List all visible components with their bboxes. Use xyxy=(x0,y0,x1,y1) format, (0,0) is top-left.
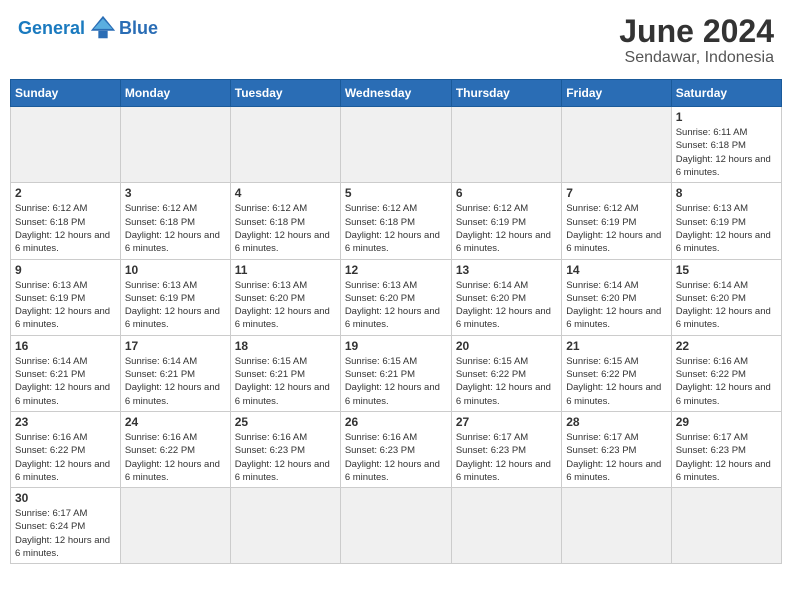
logo: General Blue xyxy=(18,14,158,42)
day-9: 9 Sunrise: 6:13 AMSunset: 6:19 PMDayligh… xyxy=(11,259,121,335)
empty-cell xyxy=(230,488,340,564)
day-26: 26 Sunrise: 6:16 AMSunset: 6:23 PMDaylig… xyxy=(340,411,451,487)
calendar-row-3: 9 Sunrise: 6:13 AMSunset: 6:19 PMDayligh… xyxy=(11,259,782,335)
calendar-row-5: 23 Sunrise: 6:16 AMSunset: 6:22 PMDaylig… xyxy=(11,411,782,487)
day-21: 21 Sunrise: 6:15 AMSunset: 6:22 PMDaylig… xyxy=(562,335,671,411)
col-monday: Monday xyxy=(120,80,230,107)
day-24: 24 Sunrise: 6:16 AMSunset: 6:22 PMDaylig… xyxy=(120,411,230,487)
day-5: 5 Sunrise: 6:12 AMSunset: 6:18 PMDayligh… xyxy=(340,183,451,259)
col-tuesday: Tuesday xyxy=(230,80,340,107)
title-block: June 2024 Sendawar, Indonesia xyxy=(619,14,774,67)
day-10: 10 Sunrise: 6:13 AMSunset: 6:19 PMDaylig… xyxy=(120,259,230,335)
day-29: 29 Sunrise: 6:17 AMSunset: 6:23 PMDaylig… xyxy=(671,411,781,487)
col-wednesday: Wednesday xyxy=(340,80,451,107)
day-info-1: Sunrise: 6:11 AM Sunset: 6:18 PM Dayligh… xyxy=(676,126,777,179)
calendar-table: Sunday Monday Tuesday Wednesday Thursday… xyxy=(10,79,782,564)
calendar-header-row: Sunday Monday Tuesday Wednesday Thursday… xyxy=(11,80,782,107)
empty-cell xyxy=(451,107,561,183)
empty-cell xyxy=(562,107,671,183)
day-18: 18 Sunrise: 6:15 AMSunset: 6:21 PMDaylig… xyxy=(230,335,340,411)
day-3: 3 Sunrise: 6:12 AMSunset: 6:18 PMDayligh… xyxy=(120,183,230,259)
empty-cell xyxy=(671,488,781,564)
day-20: 20 Sunrise: 6:15 AMSunset: 6:22 PMDaylig… xyxy=(451,335,561,411)
day-1: 1 Sunrise: 6:11 AM Sunset: 6:18 PM Dayli… xyxy=(671,107,781,183)
empty-cell xyxy=(11,107,121,183)
day-27: 27 Sunrise: 6:17 AMSunset: 6:23 PMDaylig… xyxy=(451,411,561,487)
empty-cell xyxy=(120,488,230,564)
day-13: 13 Sunrise: 6:14 AMSunset: 6:20 PMDaylig… xyxy=(451,259,561,335)
col-friday: Friday xyxy=(562,80,671,107)
page-header: General Blue June 2024 Sendawar, Indones… xyxy=(10,10,782,71)
empty-cell xyxy=(451,488,561,564)
day-17: 17 Sunrise: 6:14 AMSunset: 6:21 PMDaylig… xyxy=(120,335,230,411)
day-11: 11 Sunrise: 6:13 AMSunset: 6:20 PMDaylig… xyxy=(230,259,340,335)
sunrise-1: 6:11 AM xyxy=(713,127,747,138)
empty-cell xyxy=(562,488,671,564)
day-22: 22 Sunrise: 6:16 AMSunset: 6:22 PMDaylig… xyxy=(671,335,781,411)
logo-icon xyxy=(89,14,117,42)
day-12: 12 Sunrise: 6:13 AMSunset: 6:20 PMDaylig… xyxy=(340,259,451,335)
day-14: 14 Sunrise: 6:14 AMSunset: 6:20 PMDaylig… xyxy=(562,259,671,335)
month-year: June 2024 xyxy=(619,14,774,49)
calendar-row-6: 30 Sunrise: 6:17 AMSunset: 6:24 PMDaylig… xyxy=(11,488,782,564)
location: Sendawar, Indonesia xyxy=(619,49,774,67)
day-2: 2 Sunrise: 6:12 AMSunset: 6:18 PMDayligh… xyxy=(11,183,121,259)
calendar-row-2: 2 Sunrise: 6:12 AMSunset: 6:18 PMDayligh… xyxy=(11,183,782,259)
day-25: 25 Sunrise: 6:16 AMSunset: 6:23 PMDaylig… xyxy=(230,411,340,487)
empty-cell xyxy=(230,107,340,183)
empty-cell xyxy=(340,488,451,564)
day-28: 28 Sunrise: 6:17 AMSunset: 6:23 PMDaylig… xyxy=(562,411,671,487)
day-number-1: 1 xyxy=(676,110,777,124)
logo-text: General xyxy=(18,18,85,39)
logo-blue-text: Blue xyxy=(119,18,158,39)
day-4: 4 Sunrise: 6:12 AMSunset: 6:18 PMDayligh… xyxy=(230,183,340,259)
calendar-row-4: 16 Sunrise: 6:14 AMSunset: 6:21 PMDaylig… xyxy=(11,335,782,411)
calendar-row-1: 1 Sunrise: 6:11 AM Sunset: 6:18 PM Dayli… xyxy=(11,107,782,183)
day-8: 8 Sunrise: 6:13 AMSunset: 6:19 PMDayligh… xyxy=(671,183,781,259)
day-30: 30 Sunrise: 6:17 AMSunset: 6:24 PMDaylig… xyxy=(11,488,121,564)
day-19: 19 Sunrise: 6:15 AMSunset: 6:21 PMDaylig… xyxy=(340,335,451,411)
day-15: 15 Sunrise: 6:14 AMSunset: 6:20 PMDaylig… xyxy=(671,259,781,335)
col-saturday: Saturday xyxy=(671,80,781,107)
col-sunday: Sunday xyxy=(11,80,121,107)
day-6: 6 Sunrise: 6:12 AMSunset: 6:19 PMDayligh… xyxy=(451,183,561,259)
empty-cell xyxy=(120,107,230,183)
sunset-label: Sunset: xyxy=(676,140,708,151)
logo-general: General xyxy=(18,18,85,38)
sunset-1: 6:18 PM xyxy=(711,140,746,151)
day-23: 23 Sunrise: 6:16 AMSunset: 6:22 PMDaylig… xyxy=(11,411,121,487)
col-thursday: Thursday xyxy=(451,80,561,107)
day-7: 7 Sunrise: 6:12 AMSunset: 6:19 PMDayligh… xyxy=(562,183,671,259)
sunrise-label: Sunrise: xyxy=(676,127,711,138)
daylight-label: Daylight: xyxy=(676,154,713,165)
day-16: 16 Sunrise: 6:14 AMSunset: 6:21 PMDaylig… xyxy=(11,335,121,411)
empty-cell xyxy=(340,107,451,183)
